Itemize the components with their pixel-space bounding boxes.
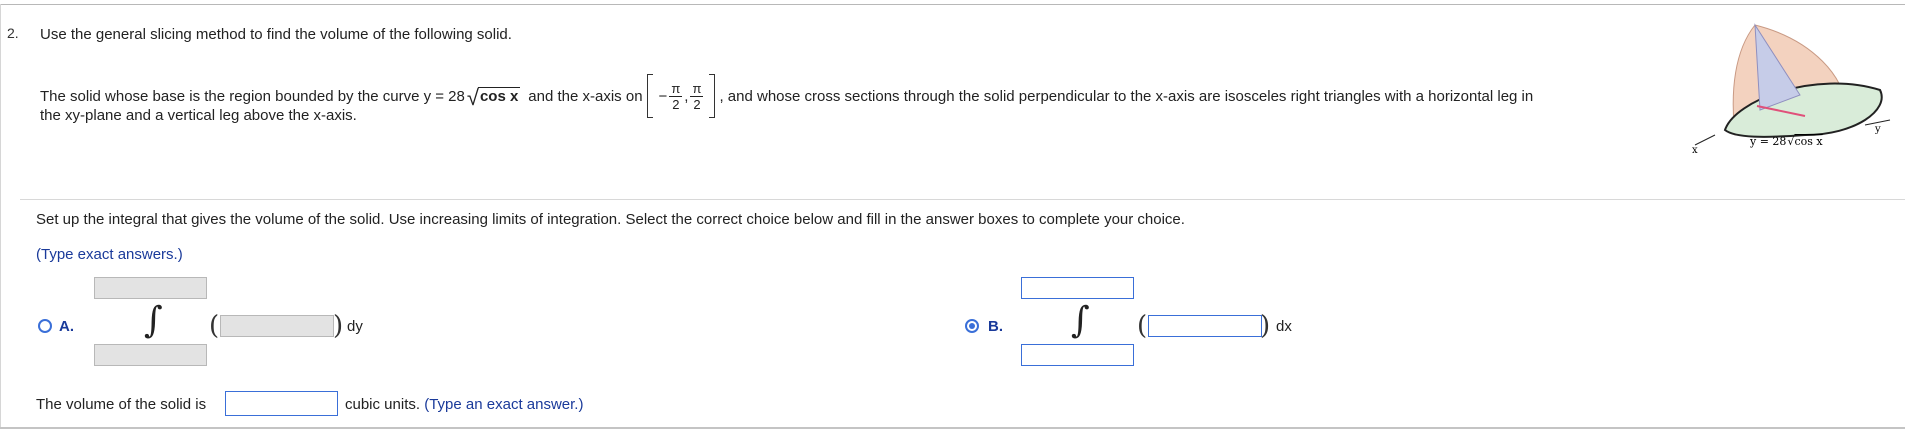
bottom-border — [0, 427, 1905, 429]
choice-b-radio[interactable] — [965, 319, 979, 333]
choice-a-lower-limit[interactable] — [94, 344, 207, 366]
description-part-1: The solid whose base is the region bound… — [40, 87, 465, 105]
volume-prompt: The volume of the solid is — [36, 396, 207, 413]
choice-b-right-paren: ) — [1260, 311, 1271, 341]
curve-label: y = 28√cos x — [1749, 135, 1823, 148]
description-part-2: and the x-axis on — [528, 87, 643, 105]
fraction-numerator: π — [669, 80, 683, 97]
choice-b-lower-limit[interactable] — [1021, 344, 1134, 366]
setup-hint: (Type exact answers.) — [36, 246, 183, 263]
right-bracket — [709, 74, 716, 118]
y-axis-label: y — [1874, 124, 1881, 135]
sqrt-body: cos x — [477, 86, 521, 105]
choice-a-radio[interactable] — [38, 319, 52, 333]
description-part-4: the xy-plane and a vertical leg above th… — [40, 107, 357, 124]
choice-a-label[interactable]: A. — [59, 318, 74, 335]
choice-a-differential: dy — [347, 318, 363, 335]
left-border — [0, 4, 1, 428]
integral-sign-b: ∫ — [1071, 300, 1090, 341]
volume-answer-input[interactable] — [225, 391, 338, 416]
section-divider — [20, 199, 1905, 200]
fraction-denominator: 2 — [672, 96, 680, 112]
choice-b-label[interactable]: B. — [988, 318, 1003, 335]
setup-instruction: Set up the integral that gives the volum… — [36, 211, 1185, 228]
fraction-denominator: 2 — [693, 96, 701, 112]
integral-sign-a: ∫ — [144, 300, 163, 341]
curve-label-prefix: y = 28 — [1749, 135, 1786, 148]
fraction-upper: π 2 — [690, 80, 704, 112]
minus-sign: − — [658, 87, 668, 105]
fraction-numerator: π — [690, 80, 704, 97]
solid-figure: x y y = 28√cos x — [1692, 23, 1891, 156]
choice-a-integrand[interactable] — [220, 315, 334, 337]
choice-b-left-paren: ( — [1137, 311, 1148, 341]
interval-comma: , — [684, 87, 689, 105]
radio-selected-dot — [969, 323, 975, 329]
choice-b-differential: dx — [1276, 318, 1292, 335]
units-text: cubic units. — [345, 396, 421, 413]
fraction-lower: π 2 — [669, 80, 683, 112]
top-border — [0, 4, 1905, 5]
exact-answer-hint: (Type an exact answer.) — [424, 396, 584, 413]
x-axis-label: x — [1692, 145, 1698, 156]
sqrt-cos-x: √ cos x — [467, 86, 521, 108]
choice-b-integrand[interactable] — [1148, 315, 1262, 337]
x-axis — [1694, 134, 1716, 146]
question-number: 2. — [7, 25, 19, 41]
choice-a-upper-limit[interactable] — [94, 277, 207, 299]
description-part-3: , and whose cross sections through the s… — [719, 87, 1534, 105]
question-intro: Use the general slicing method to find t… — [40, 26, 512, 43]
choice-a-left-paren: ( — [209, 311, 220, 341]
choice-a-right-paren: ) — [333, 311, 344, 341]
curve-label-radical: cos x — [1794, 135, 1823, 148]
choice-b-upper-limit[interactable] — [1021, 277, 1134, 299]
interval: − π 2 , π 2 — [646, 74, 716, 118]
volume-units: cubic units. (Type an exact answer.) — [345, 396, 583, 413]
